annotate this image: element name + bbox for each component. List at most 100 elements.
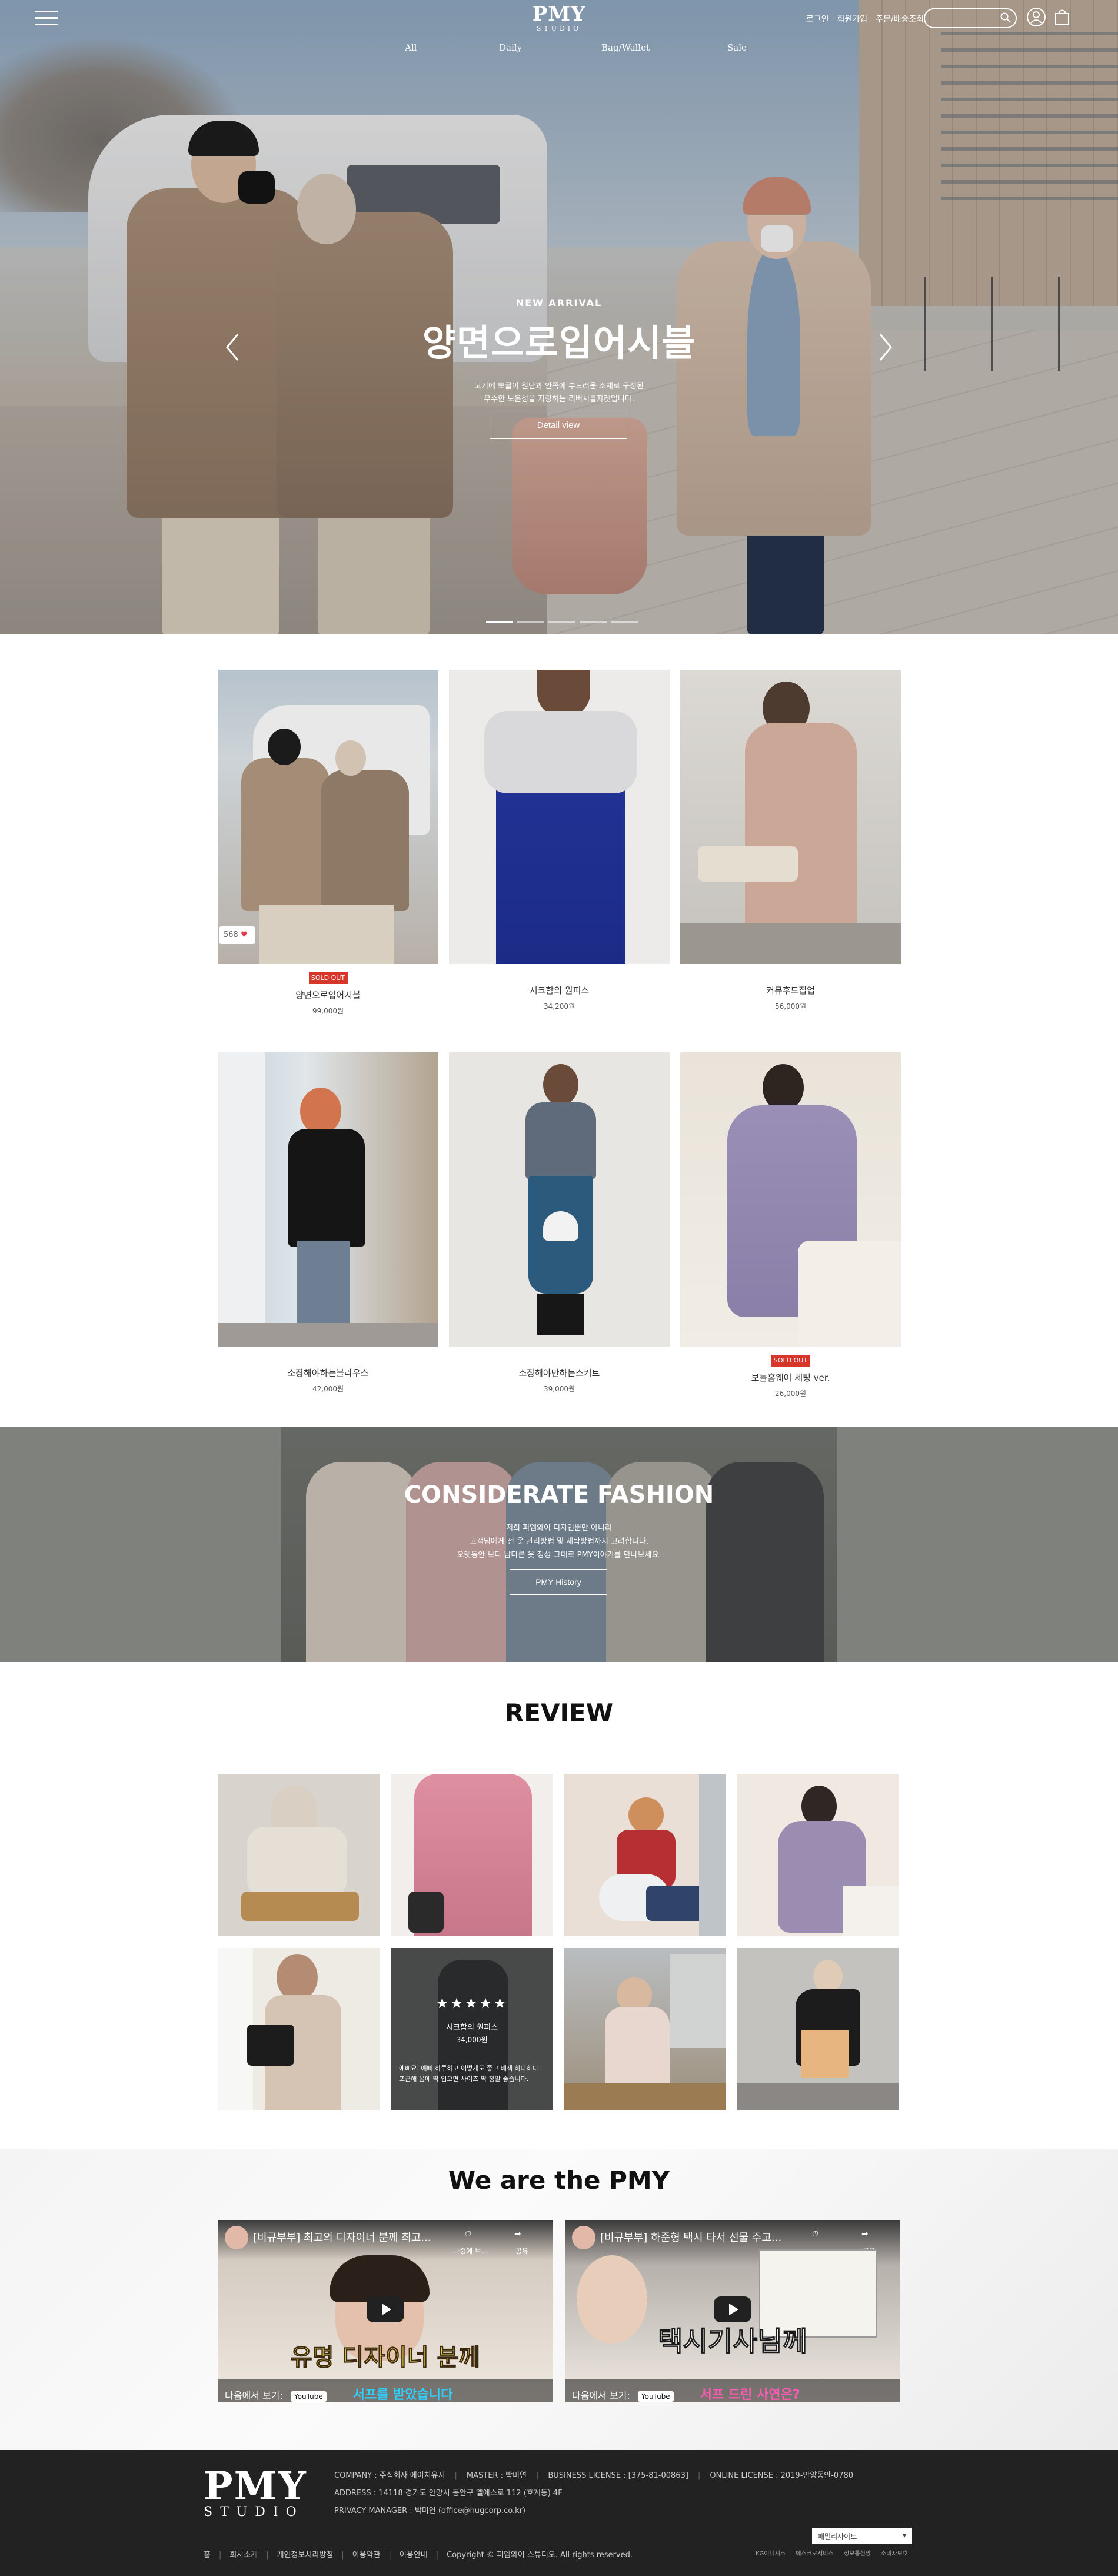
footer-link-guide[interactable]: 이용안내 [400, 2551, 428, 2560]
product-card[interactable]: 커뮤후드집업 56,000원 [680, 670, 901, 1011]
product-price: 26,000원 [774, 1390, 807, 1398]
review-thumbnail[interactable] [218, 1774, 380, 1936]
review-thumbnail[interactable] [564, 1774, 726, 1936]
product-card[interactable]: 568 ♥ SOLD OUT 양면으로입어시블 99,000원 [218, 670, 438, 1016]
login-link[interactable]: 로그인 [806, 15, 829, 24]
review-thumbnail[interactable] [737, 1948, 899, 2110]
slide-indicator[interactable] [580, 621, 607, 623]
slide-indicator[interactable] [611, 621, 638, 623]
product-card[interactable]: 시크함의 원피스 34,200원 [449, 670, 670, 1011]
watch-on-youtube-bar[interactable]: 다음에서 보기: YouTube 서프를 받았습니다 [218, 2379, 553, 2402]
footer-link-about[interactable]: 회사소개 [229, 2551, 258, 2560]
product-image[interactable] [449, 670, 670, 964]
nav-item-sale[interactable]: Sale [727, 42, 747, 53]
nav-item-all[interactable]: All [405, 42, 417, 53]
footer-link-home[interactable]: 홈 [204, 2551, 211, 2560]
product-price: 99,000원 [312, 1007, 344, 1015]
like-badge[interactable]: 568 ♥ [219, 926, 255, 944]
chevron-left-icon[interactable] [224, 330, 241, 365]
footer-links: 홈 | 회사소개 | 개인정보처리방침 | 이용약관 | 이용안내 | Copyright © 피엠… [204, 2551, 633, 2560]
review-thumbnail[interactable] [564, 1948, 726, 2110]
youtube-video-player[interactable]: [비규부부] 최고의 디자이너 분께 최고... ⏱ ➦ 나중에 보... 공유… [218, 2220, 553, 2402]
certification-badges: KG이니시스 에스크로서비스 정보통신망 소비자보호 [747, 2548, 908, 2557]
family-site-select[interactable]: 패밀리사이트 ▾ [812, 2528, 912, 2544]
badge-inicis[interactable]: KG이니시스 [756, 2551, 786, 2557]
review-hover-overlay[interactable]: ★★★★★ 시크함의 원피스 34,000원 예뻐요. 예뻐 하루하고 어떻게도… [391, 1948, 553, 2110]
clock-icon[interactable]: ⏱ [465, 2229, 471, 2239]
badge-consumer[interactable]: 소비자보호 [881, 2551, 908, 2557]
join-link[interactable]: 회원가입 [837, 15, 868, 24]
hero-detail-view-button[interactable]: Detail view [490, 411, 627, 439]
company-address: ADDRESS : 14118 경기도 안양시 동안구 엘에스로 112 (호계… [334, 2489, 563, 2498]
privacy-manager: PRIVACY MANAGER : 박미연 (office@hugcorp.co… [334, 2507, 526, 2515]
search-input[interactable] [932, 12, 997, 24]
slide-indicator[interactable] [486, 621, 513, 623]
badge-network[interactable]: 정보통신망 [844, 2551, 871, 2557]
hero-kicker: NEW ARRIVAL [515, 297, 603, 308]
footer-link-privacy[interactable]: 개인정보처리방침 [277, 2551, 334, 2560]
product-name[interactable]: 양면으로입어시블 [218, 989, 438, 1001]
footer-logo[interactable]: PMY STUDIO [204, 2467, 307, 2520]
hero-desc-line-1: 고기에 뽀글이 원단과 안쪽에 부드러운 소재로 구성된 [474, 382, 644, 391]
product-image[interactable]: 568 ♥ [218, 670, 438, 964]
share-icon[interactable]: ➦ [514, 2229, 521, 2239]
nav-item-bag-wallet[interactable]: Bag/Wallet [601, 42, 650, 53]
play-button[interactable] [367, 2296, 404, 2322]
share-icon[interactable]: ➦ [861, 2229, 869, 2239]
slide-indicator[interactable] [517, 621, 544, 623]
product-image[interactable] [680, 670, 901, 964]
order-tracking-link[interactable]: 주문/배송조회 [876, 15, 924, 24]
nav-item-daily[interactable]: Daily [499, 42, 522, 53]
pmy-history-button[interactable]: PMY History [510, 1569, 607, 1595]
search-icon[interactable] [1000, 12, 1011, 23]
product-image[interactable] [680, 1052, 901, 1347]
shopping-bag-icon[interactable] [1052, 7, 1072, 27]
watch-on-youtube-bar[interactable]: 다음에서 보기: YouTube 서프 드린 사연은? [565, 2379, 900, 2402]
footer-link-terms[interactable]: 이용약관 [352, 2551, 381, 2560]
product-name[interactable]: 소장해야만하는스커트 [449, 1367, 670, 1379]
review-thumbnail[interactable] [737, 1774, 899, 1936]
product-card[interactable]: 소장해야만하는스커트 39,000원 [449, 1052, 670, 1394]
video-title[interactable]: [비규부부] 최고의 디자이너 분께 최고... [253, 2229, 477, 2245]
watch-on-label: 다음에서 보기: [572, 2390, 630, 2401]
channel-avatar[interactable] [225, 2226, 248, 2249]
badge-escrow[interactable]: 에스크로서비스 [796, 2551, 833, 2557]
product-card[interactable]: 소장해야하는블라우스 42,000원 [218, 1052, 438, 1394]
product-name[interactable]: 시크함의 원피스 [449, 984, 670, 996]
video-title[interactable]: [비규부부] 하준형 택시 타서 선물 주고... [600, 2229, 824, 2245]
hero-title: 양면으로입어시블 [422, 321, 696, 364]
play-button[interactable] [714, 2296, 751, 2322]
product-image[interactable] [449, 1052, 670, 1347]
header-logo[interactable]: PMY STUDIO [524, 4, 594, 32]
product-price: 34,200원 [543, 1002, 575, 1011]
header-top-links: 로그인 회원가입 주문/배송조회 [806, 13, 932, 25]
review-section-title: REVIEW [504, 1699, 614, 1727]
review-thumbnail[interactable]: ★★★★★ 시크함의 원피스 34,000원 예뻐요. 예뻐 하루하고 어떻게도… [391, 1948, 553, 2110]
product-name[interactable]: 소장해야하는블라우스 [218, 1367, 438, 1379]
footer-logo-main: PMY [204, 2463, 307, 2509]
review-product-price: 34,000원 [456, 2036, 488, 2044]
slide-indicator[interactable] [548, 621, 575, 623]
business-license: BUSINESS LICENSE : [375-81-00863] [548, 2471, 688, 2480]
review-thumbnail[interactable] [391, 1774, 553, 1936]
product-name[interactable]: 커뮤후드집업 [680, 984, 901, 996]
caption-line-2: 서프 드린 사연은? [700, 2388, 800, 2402]
hero-banner: NEW ARRIVAL 양면으로입어시블 고기에 뽀글이 원단과 안쪽에 부드러… [0, 0, 1118, 634]
product-card[interactable]: SOLD OUT 보들홈웨어 세팅 ver. 26,000원 [680, 1052, 901, 1398]
hamburger-menu-icon[interactable] [35, 11, 58, 26]
product-name[interactable]: 보들홈웨어 세팅 ver. [680, 1371, 901, 1384]
clock-icon[interactable]: ⏱ [812, 2229, 818, 2239]
company-info: COMPANY : 주식회사 에이치유지 | MASTER : 박미연 | BUSINE… [334, 2467, 853, 2520]
pmy-section-title: We are the PMY [448, 2166, 670, 2195]
banner-title: CONSIDERATE FASHION [404, 1481, 714, 1508]
review-thumbnail[interactable] [218, 1948, 380, 2110]
user-icon[interactable] [1026, 7, 1046, 27]
chevron-right-icon[interactable] [877, 330, 894, 365]
watch-later-label: 나중에 보... [453, 2247, 488, 2255]
family-site-label: 패밀리사이트 [818, 2532, 857, 2541]
youtube-video-player[interactable]: [비규부부] 하준형 택시 타서 선물 주고... ⏱ ➦ 공유 택시기사님께 … [565, 2220, 900, 2402]
logo-main: PMY [532, 2, 586, 26]
product-image[interactable] [218, 1052, 438, 1347]
product-price: 39,000원 [543, 1385, 575, 1393]
channel-avatar[interactable] [572, 2226, 595, 2249]
